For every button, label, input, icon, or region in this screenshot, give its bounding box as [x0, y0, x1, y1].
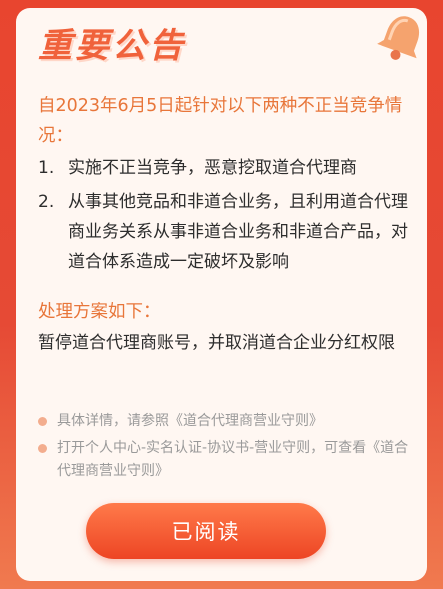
notice-title: 重要公告 — [38, 26, 186, 66]
violation-list: 1. 实施不正当竞争，恶意挖取道合代理商 2. 从事其他竞品和非道合业务，且利用… — [38, 153, 410, 281]
item-number: 2. — [38, 192, 55, 212]
bell-icon — [377, 16, 420, 60]
list-item: 1. 实施不正当竞争，恶意挖取道合代理商 — [38, 153, 410, 183]
notice-card: 重要公告 自2023年6月5日起针对以下两种不正当竞争情况： 1. 实施不正当竞… — [16, 8, 427, 581]
plan-heading: 处理方案如下： — [38, 302, 161, 322]
item-text: 从事其他竞品和非道合业务，且利用道合代理商业务关系从事非道合业务和非道合产品，对… — [68, 192, 408, 272]
note-text: 具体详情，请参照《道合代理商营业守则》 — [57, 413, 323, 429]
list-item: 2. 从事其他竞品和非道合业务，且利用道合代理商业务关系从事非道合业务和非道合产… — [38, 187, 410, 277]
bullet-dot-icon — [38, 417, 47, 426]
plan-text: 暂停道合代理商账号，并取消道合企业分红权限 — [38, 333, 395, 353]
read-confirm-button[interactable]: 已阅读 — [86, 503, 326, 559]
bullet-dot-icon — [38, 444, 47, 453]
notice-intro: 自2023年6月5日起针对以下两种不正当竞争情况： — [38, 96, 403, 146]
item-number: 1. — [38, 158, 55, 178]
note-item: 打开个人中心-实名认证-协议书-营业守则，可查看《道合代理商营业守则》 — [38, 437, 418, 483]
notes-list: 具体详情，请参照《道合代理商营业守则》 打开个人中心-实名认证-协议书-营业守则… — [38, 410, 418, 487]
item-text: 实施不正当竞争，恶意挖取道合代理商 — [68, 158, 357, 178]
note-text: 打开个人中心-实名认证-协议书-营业守则，可查看《道合代理商营业守则》 — [57, 440, 409, 479]
note-item: 具体详情，请参照《道合代理商营业守则》 — [38, 410, 418, 433]
